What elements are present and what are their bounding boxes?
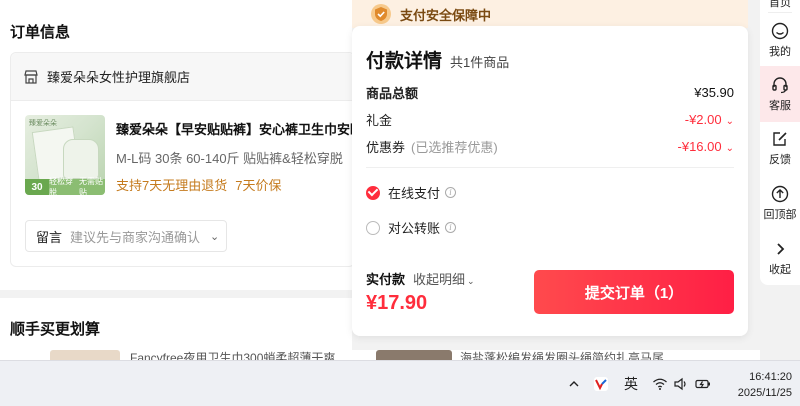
- smile-icon: [771, 22, 789, 40]
- coupon-hint: (已选推荐优惠): [411, 140, 498, 155]
- sidebar-item-home[interactable]: 首页: [760, 0, 800, 9]
- product-title[interactable]: 臻爱朵朵【早安贴贴裤】安心裤卫生巾安睡: [116, 119, 354, 138]
- subtotal-value: ¥35.90: [694, 85, 734, 100]
- info-icon[interactable]: i: [445, 222, 457, 233]
- sidebar-item-mine[interactable]: 我的: [760, 20, 800, 66]
- chevron-down-icon: ⌄: [210, 230, 220, 243]
- shield-icon: [371, 4, 391, 24]
- pay-method-label: 在线支付: [388, 186, 441, 201]
- order-info-title: 订单信息: [10, 24, 71, 41]
- remark-dropdown[interactable]: 留言 建议先与商家沟通确认 ⌄: [25, 220, 227, 252]
- pay-method-transfer[interactable]: 对公转账 i: [366, 218, 457, 237]
- recommend-card: 顺手买更划算: [0, 298, 352, 358]
- chevron-up-icon: [569, 381, 579, 387]
- product-image-brand: 臻爱朵朵: [29, 120, 57, 127]
- recommend-item-title[interactable]: Fancyfree夜用卫生巾300蛸柔超薄干爽: [130, 350, 335, 360]
- chevron-down-icon: ⌄: [725, 116, 734, 127]
- submit-order-button[interactable]: 提交订单（1）: [534, 270, 734, 314]
- total-price: ¥17.90: [366, 292, 428, 314]
- radio-checked-icon[interactable]: [366, 185, 380, 200]
- info-icon[interactable]: i: [445, 187, 457, 198]
- right-sidebar: 首页 我的 客服 反馈 回顶部 收起: [760, 0, 800, 285]
- product-image-strip: 轻松穿脱 无需贴贴: [49, 177, 105, 195]
- wifi-status[interactable]: [652, 361, 668, 406]
- system-clock[interactable]: 16:41:20 2025/11/25: [718, 369, 792, 401]
- clock-date: 2025/11/25: [737, 387, 792, 399]
- recommend-item-image[interactable]: [50, 350, 120, 360]
- pay-method-online[interactable]: 在线支付 i: [366, 183, 457, 202]
- remark-label: 留言: [36, 229, 63, 245]
- chevron-down-icon: ⌄: [725, 143, 734, 154]
- recommend-title: 顺手买更划算: [10, 321, 101, 338]
- payment-details-card: 付款详情 共1件商品 商品总额 ¥35.90 礼金 -¥2.00 ⌄ 优惠券 (已选…: [352, 26, 748, 336]
- order-info-card: 订单信息 臻爱朵朵女性护理旗舰店 臻爱朵朵 30 轻松穿脱 无需贴贴 臻爱朵朵【…: [0, 0, 355, 290]
- battery-charging-icon: [695, 379, 710, 389]
- chevron-right-icon: [777, 243, 785, 255]
- paid-row: 实付款 收起明细 ⌄: [366, 269, 475, 288]
- gift-label: 礼金: [366, 113, 393, 128]
- recommend-item-image[interactable]: [376, 350, 452, 360]
- payment-title: 付款详情: [366, 51, 443, 72]
- volume-status[interactable]: [673, 361, 689, 406]
- clock-time: 16:41:20: [749, 371, 792, 383]
- speaker-icon: [674, 377, 686, 391]
- shop-header[interactable]: 臻爱朵朵女性护理旗舰店: [11, 53, 354, 101]
- sidebar-item-collapse[interactable]: 收起: [760, 238, 800, 284]
- radio-unchecked-icon[interactable]: [366, 220, 380, 235]
- remark-placeholder: 建议先与商家沟通确认: [70, 229, 201, 245]
- arrow-up-icon: [771, 185, 789, 203]
- shop-order-box: 臻爱朵朵女性护理旗舰店 臻爱朵朵 30 轻松穿脱 无需贴贴 臻爱朵朵【早安贴贴裤…: [10, 52, 355, 267]
- item-count: 共1件商品: [450, 55, 510, 70]
- recommend-peek-strip: Fancyfree夜用卫生巾300蛸柔超薄干爽 海盐蓬松编发绳发圈头绳简约扎高马…: [0, 350, 760, 360]
- sidebar-item-back-to-top[interactable]: 回顶部: [760, 183, 800, 229]
- app-logo-icon: [594, 377, 608, 391]
- coupon-row[interactable]: 优惠券 (已选推荐优惠) -¥16.00 ⌄: [366, 137, 734, 156]
- tray-overflow-button[interactable]: [566, 361, 582, 406]
- product-spec: M-L码 30条 60-140斤 贴贴裤&轻松穿脱: [116, 151, 343, 166]
- coupon-label: 优惠券: [366, 140, 406, 155]
- subtotal-label: 商品总额: [366, 86, 419, 101]
- wifi-icon: [653, 378, 667, 390]
- shop-name[interactable]: 臻爱朵朵女性护理旗舰店: [47, 67, 190, 86]
- paid-label: 实付款: [366, 272, 406, 287]
- headset-icon: [772, 77, 788, 94]
- ime-indicator[interactable]: 英: [624, 361, 638, 406]
- divider: [366, 167, 734, 168]
- payment-header: 付款详情 共1件商品: [366, 46, 509, 73]
- battery-status[interactable]: [695, 361, 711, 406]
- return-policy-tag: 支持7天无理由退货: [116, 178, 228, 193]
- product-service-tags: 支持7天无理由退货 7天价保: [116, 175, 281, 194]
- coupon-value: -¥16.00: [677, 139, 722, 154]
- gift-row[interactable]: 礼金 -¥2.00 ⌄: [366, 110, 734, 129]
- sidebar-item-feedback[interactable]: 反馈: [760, 128, 800, 174]
- recommend-item-title[interactable]: 海盐蓬松编发绳发圈头绳简约扎高马尾: [460, 350, 664, 360]
- chevron-down-icon: ⌄: [467, 276, 475, 286]
- product-image[interactable]: 臻爱朵朵 30 轻松穿脱 无需贴贴: [25, 115, 105, 195]
- security-banner-text: 支付安全保障中: [400, 7, 492, 23]
- pay-method-label: 对公转账: [388, 221, 441, 236]
- gift-value: -¥2.00: [684, 112, 722, 127]
- feedback-icon: [773, 132, 787, 146]
- store-icon: [24, 69, 38, 84]
- price-protect-tag: 7天价保: [235, 178, 282, 193]
- windows-taskbar: 英 16:41:20 2025/11/25: [0, 360, 800, 406]
- product-image-badge: 30: [25, 179, 49, 195]
- collapse-details-toggle[interactable]: 收起明细 ⌄: [413, 269, 475, 288]
- tray-app-icon[interactable]: [593, 361, 609, 406]
- security-banner: 支付安全保障中: [352, 0, 748, 28]
- subtotal-row: 商品总额 ¥35.90: [366, 83, 734, 102]
- sidebar-item-service[interactable]: 客服: [760, 66, 800, 122]
